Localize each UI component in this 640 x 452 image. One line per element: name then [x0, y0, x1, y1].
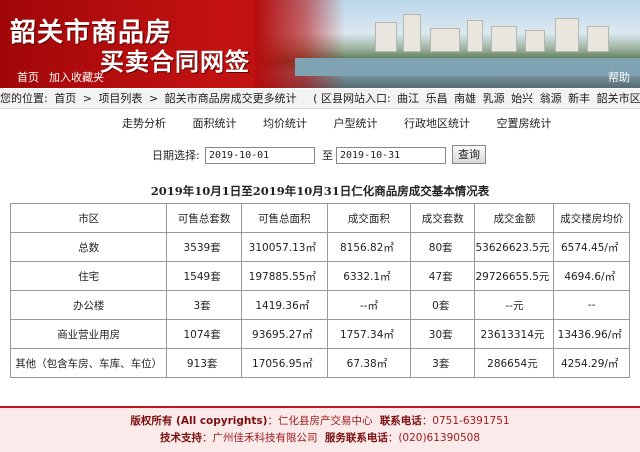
cell-units-for-sale: 3套: [166, 290, 242, 320]
phone-value: ：0751-6391751: [421, 415, 510, 427]
cell-sold-area: 67.38㎡: [326, 348, 412, 378]
cell-area-for-sale: 93695.27㎡: [240, 319, 328, 349]
menu-unit-type-stats[interactable]: 户型统计: [334, 115, 378, 131]
cell-avg-price: --: [553, 290, 630, 320]
district-link-shaoguan[interactable]: 韶关市区: [597, 92, 640, 105]
query-button[interactable]: 查询: [452, 145, 486, 164]
cell-sold-area: --㎡: [326, 290, 412, 320]
service-value: ：(020)61390508: [387, 432, 481, 444]
cell-units-for-sale: 1074套: [166, 319, 242, 349]
date-filter-label: 日期选择:: [152, 149, 200, 162]
end-date-input[interactable]: [336, 147, 446, 164]
col-header-area-for-sale: 可售总面积: [240, 203, 328, 233]
table-row: 总数 3539套 310057.13㎡ 8156.82㎡ 80套 5362662…: [9, 232, 630, 262]
col-header-units-for-sale: 可售总套数: [166, 203, 242, 233]
menu-avg-price-stats[interactable]: 均价统计: [263, 115, 307, 131]
stats-menu: 走势分析 面积统计 均价统计 户型统计 行政地区统计 空置房统计: [122, 115, 575, 131]
cell-avg-price: 4694.6/㎡: [553, 261, 630, 291]
copyright-value: ：仁化县房产交易中心: [267, 415, 373, 427]
cell-category: 住宅: [9, 261, 168, 291]
table-title: 2019年10月1日至2019年10月31日仁化商品房成交基本情况表: [150, 184, 490, 198]
breadcrumb-prefix: 您的位置:: [0, 92, 48, 105]
district-label: ( 区县网站入口:: [313, 92, 391, 105]
cell-sold-amount: 29726655.5元: [474, 261, 555, 291]
breadcrumb-current[interactable]: 韶关市商品房成交更多统计: [165, 92, 297, 105]
district-link-ruyuan[interactable]: 乳源: [483, 92, 505, 105]
col-header-sold-amount: 成交金额: [474, 203, 555, 233]
help-link[interactable]: 帮助: [608, 69, 630, 85]
cell-area-for-sale: 17056.95㎡: [240, 348, 328, 378]
site-subtitle: 买卖合同网签: [100, 48, 250, 76]
cell-sold-amount: --元: [474, 290, 555, 320]
district-link-xinfeng[interactable]: 新丰: [568, 92, 590, 105]
cell-sold-units: 30套: [410, 319, 476, 349]
breadcrumb-separator: >: [148, 92, 159, 105]
cell-avg-price: 13436.96/㎡: [553, 319, 630, 349]
cell-sold-units: 80套: [410, 232, 476, 262]
menu-district-stats[interactable]: 行政地区统计: [404, 115, 470, 131]
cell-sold-amount: 23613314元: [474, 319, 555, 349]
col-header-avg-price: 成交楼房均价: [553, 203, 630, 233]
copyright-label: 版权所有 (All copyrights): [130, 415, 268, 427]
header-banner: 韶关市商品房 买卖合同网签 首页 加入收藏夹 帮助: [0, 0, 640, 88]
menu-area-stats[interactable]: 面积统计: [193, 115, 237, 131]
cell-sold-amount: 53626623.5元: [474, 232, 555, 262]
cell-sold-area: 6332.1㎡: [326, 261, 412, 291]
cell-sold-amount: 286654元: [474, 348, 555, 378]
breadcrumb-home[interactable]: 首页: [54, 92, 76, 105]
service-label: 服务联系电话: [324, 432, 388, 444]
stats-table: 市区 可售总套数 可售总面积 成交面积 成交套数 成交金额 成交楼房均价 总数 …: [9, 203, 630, 378]
cell-avg-price: 6574.45/㎡: [553, 232, 630, 262]
col-header-sold-units: 成交套数: [410, 203, 476, 233]
phone-label: 联系电话: [379, 415, 422, 427]
cell-area-for-sale: 1419.36㎡: [240, 290, 328, 320]
start-date-input[interactable]: [205, 147, 315, 164]
table-row: 商业营业用房 1074套 93695.27㎡ 1757.34㎡ 30套 2361…: [9, 319, 630, 349]
district-link-shixing[interactable]: 始兴: [511, 92, 533, 105]
menu-trend-analysis[interactable]: 走势分析: [122, 115, 166, 131]
footer-line-copyright: 版权所有 (All copyrights)：仁化县房产交易中心 联系电话：075…: [0, 413, 640, 430]
cell-sold-units: 0套: [410, 290, 476, 320]
cell-units-for-sale: 913套: [166, 348, 242, 378]
tech-label: 技术支持: [159, 432, 202, 444]
cell-sold-units: 47套: [410, 261, 476, 291]
table-row: 住宅 1549套 197885.55㎡ 6332.1㎡ 47套 29726655…: [9, 261, 630, 291]
district-link-lechang[interactable]: 乐昌: [426, 92, 448, 105]
district-link-qujiang[interactable]: 曲江: [397, 92, 419, 105]
col-header-sold-area: 成交面积: [326, 203, 412, 233]
cell-units-for-sale: 3539套: [166, 232, 242, 262]
add-favorite-link[interactable]: 加入收藏夹: [49, 69, 104, 85]
breadcrumb-separator: >: [82, 92, 92, 105]
breadcrumb: 您的位置: 首页 > 项目列表 > 韶关市商品房成交更多统计 ( 区县网站入口:…: [0, 89, 640, 109]
table-row: 办公楼 3套 1419.36㎡ --㎡ 0套 --元 --: [9, 290, 630, 320]
cell-avg-price: 4254.29/㎡: [553, 348, 630, 378]
cell-sold-area: 1757.34㎡: [326, 319, 412, 349]
cell-category: 办公楼: [9, 290, 168, 320]
date-to-label: 至: [322, 149, 333, 162]
cell-area-for-sale: 310057.13㎡: [240, 232, 328, 262]
menu-vacancy-stats[interactable]: 空置房统计: [497, 115, 552, 131]
home-link[interactable]: 首页: [17, 69, 39, 85]
table-row: 其他（包含车房、车库、车位） 913套 17056.95㎡ 67.38㎡ 3套 …: [9, 348, 630, 378]
cell-category: 商业营业用房: [9, 319, 168, 349]
cell-category: 其他（包含车房、车库、车位）: [9, 348, 168, 378]
city-photo: [255, 0, 640, 88]
cell-area-for-sale: 197885.55㎡: [240, 261, 328, 291]
table-header-row: 市区 可售总套数 可售总面积 成交面积 成交套数 成交金额 成交楼房均价: [9, 203, 630, 233]
cell-sold-area: 8156.82㎡: [326, 232, 412, 262]
footer-line-tech: 技术支持：广州佳禾科技有限公司 服务联系电话：(020)61390508: [0, 430, 640, 447]
cell-sold-units: 3套: [410, 348, 476, 378]
footer: 版权所有 (All copyrights)：仁化县房产交易中心 联系电话：075…: [0, 406, 640, 452]
col-header-district: 市区: [9, 203, 168, 233]
breadcrumb-project-list[interactable]: 项目列表: [98, 92, 142, 105]
tech-value: ：广州佳禾科技有限公司: [201, 432, 318, 444]
district-link-wengyuan[interactable]: 翁源: [540, 92, 562, 105]
cell-units-for-sale: 1549套: [166, 261, 242, 291]
cell-category: 总数: [9, 232, 168, 262]
district-link-nanxiong[interactable]: 南雄: [454, 92, 476, 105]
